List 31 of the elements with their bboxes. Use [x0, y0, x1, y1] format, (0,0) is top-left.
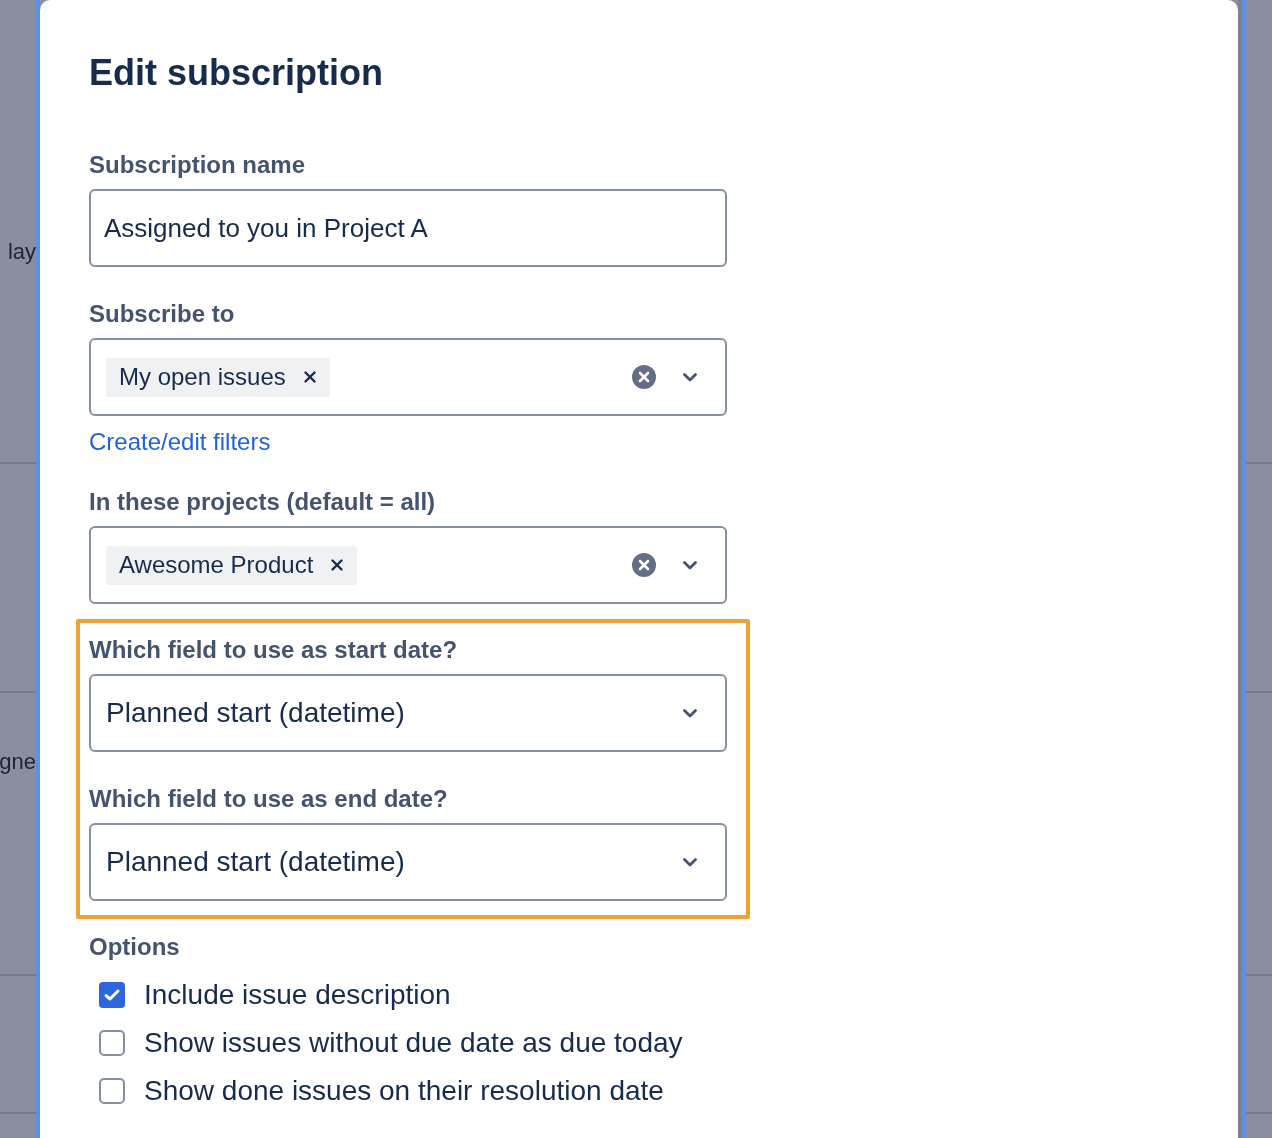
field-label: Subscription name	[89, 150, 306, 180]
chevron-down-icon[interactable]	[683, 857, 697, 867]
close-icon[interactable]	[303, 371, 316, 383]
checkbox[interactable]	[99, 1030, 125, 1056]
clear-icon[interactable]	[632, 553, 656, 577]
dropdown[interactable]: Planned start (datetime)	[89, 823, 727, 901]
section-label: Options	[89, 932, 180, 962]
multi-select-field[interactable]: My open issues	[89, 338, 727, 416]
dialog-title: Edit subscription	[89, 51, 383, 95]
text-input[interactable]: Assigned to you in Project A	[89, 189, 727, 267]
background-text: lay	[7, 238, 36, 266]
checkbox[interactable]	[99, 1078, 125, 1104]
checkbox[interactable]	[99, 982, 125, 1008]
tag-label: Awesome Product	[119, 550, 314, 580]
chevron-down-icon[interactable]	[683, 708, 697, 718]
chevron-down-icon[interactable]	[683, 560, 697, 570]
checkbox-label[interactable]: Show done issues on their resolution date	[144, 1074, 664, 1108]
background-text: gne	[0, 748, 36, 776]
checkbox-label[interactable]: Include issue description	[144, 978, 451, 1012]
tag-label: My open issues	[119, 362, 286, 392]
checkbox-label[interactable]: Show issues without due date as due today	[144, 1026, 683, 1060]
close-icon[interactable]	[331, 559, 344, 571]
dropdown[interactable]: Planned start (datetime)	[89, 674, 727, 752]
chevron-down-icon[interactable]	[683, 372, 697, 382]
multi-select-field[interactable]: Awesome Product	[89, 526, 727, 604]
field-label: Which field to use as end date?	[89, 784, 448, 814]
filters-link[interactable]: Create/edit filters	[89, 429, 271, 455]
field-label: Which field to use as start date?	[89, 635, 458, 665]
field-label: In these projects (default = all)	[89, 487, 436, 517]
field-label: Subscribe to	[89, 299, 235, 329]
clear-icon[interactable]	[632, 365, 656, 389]
